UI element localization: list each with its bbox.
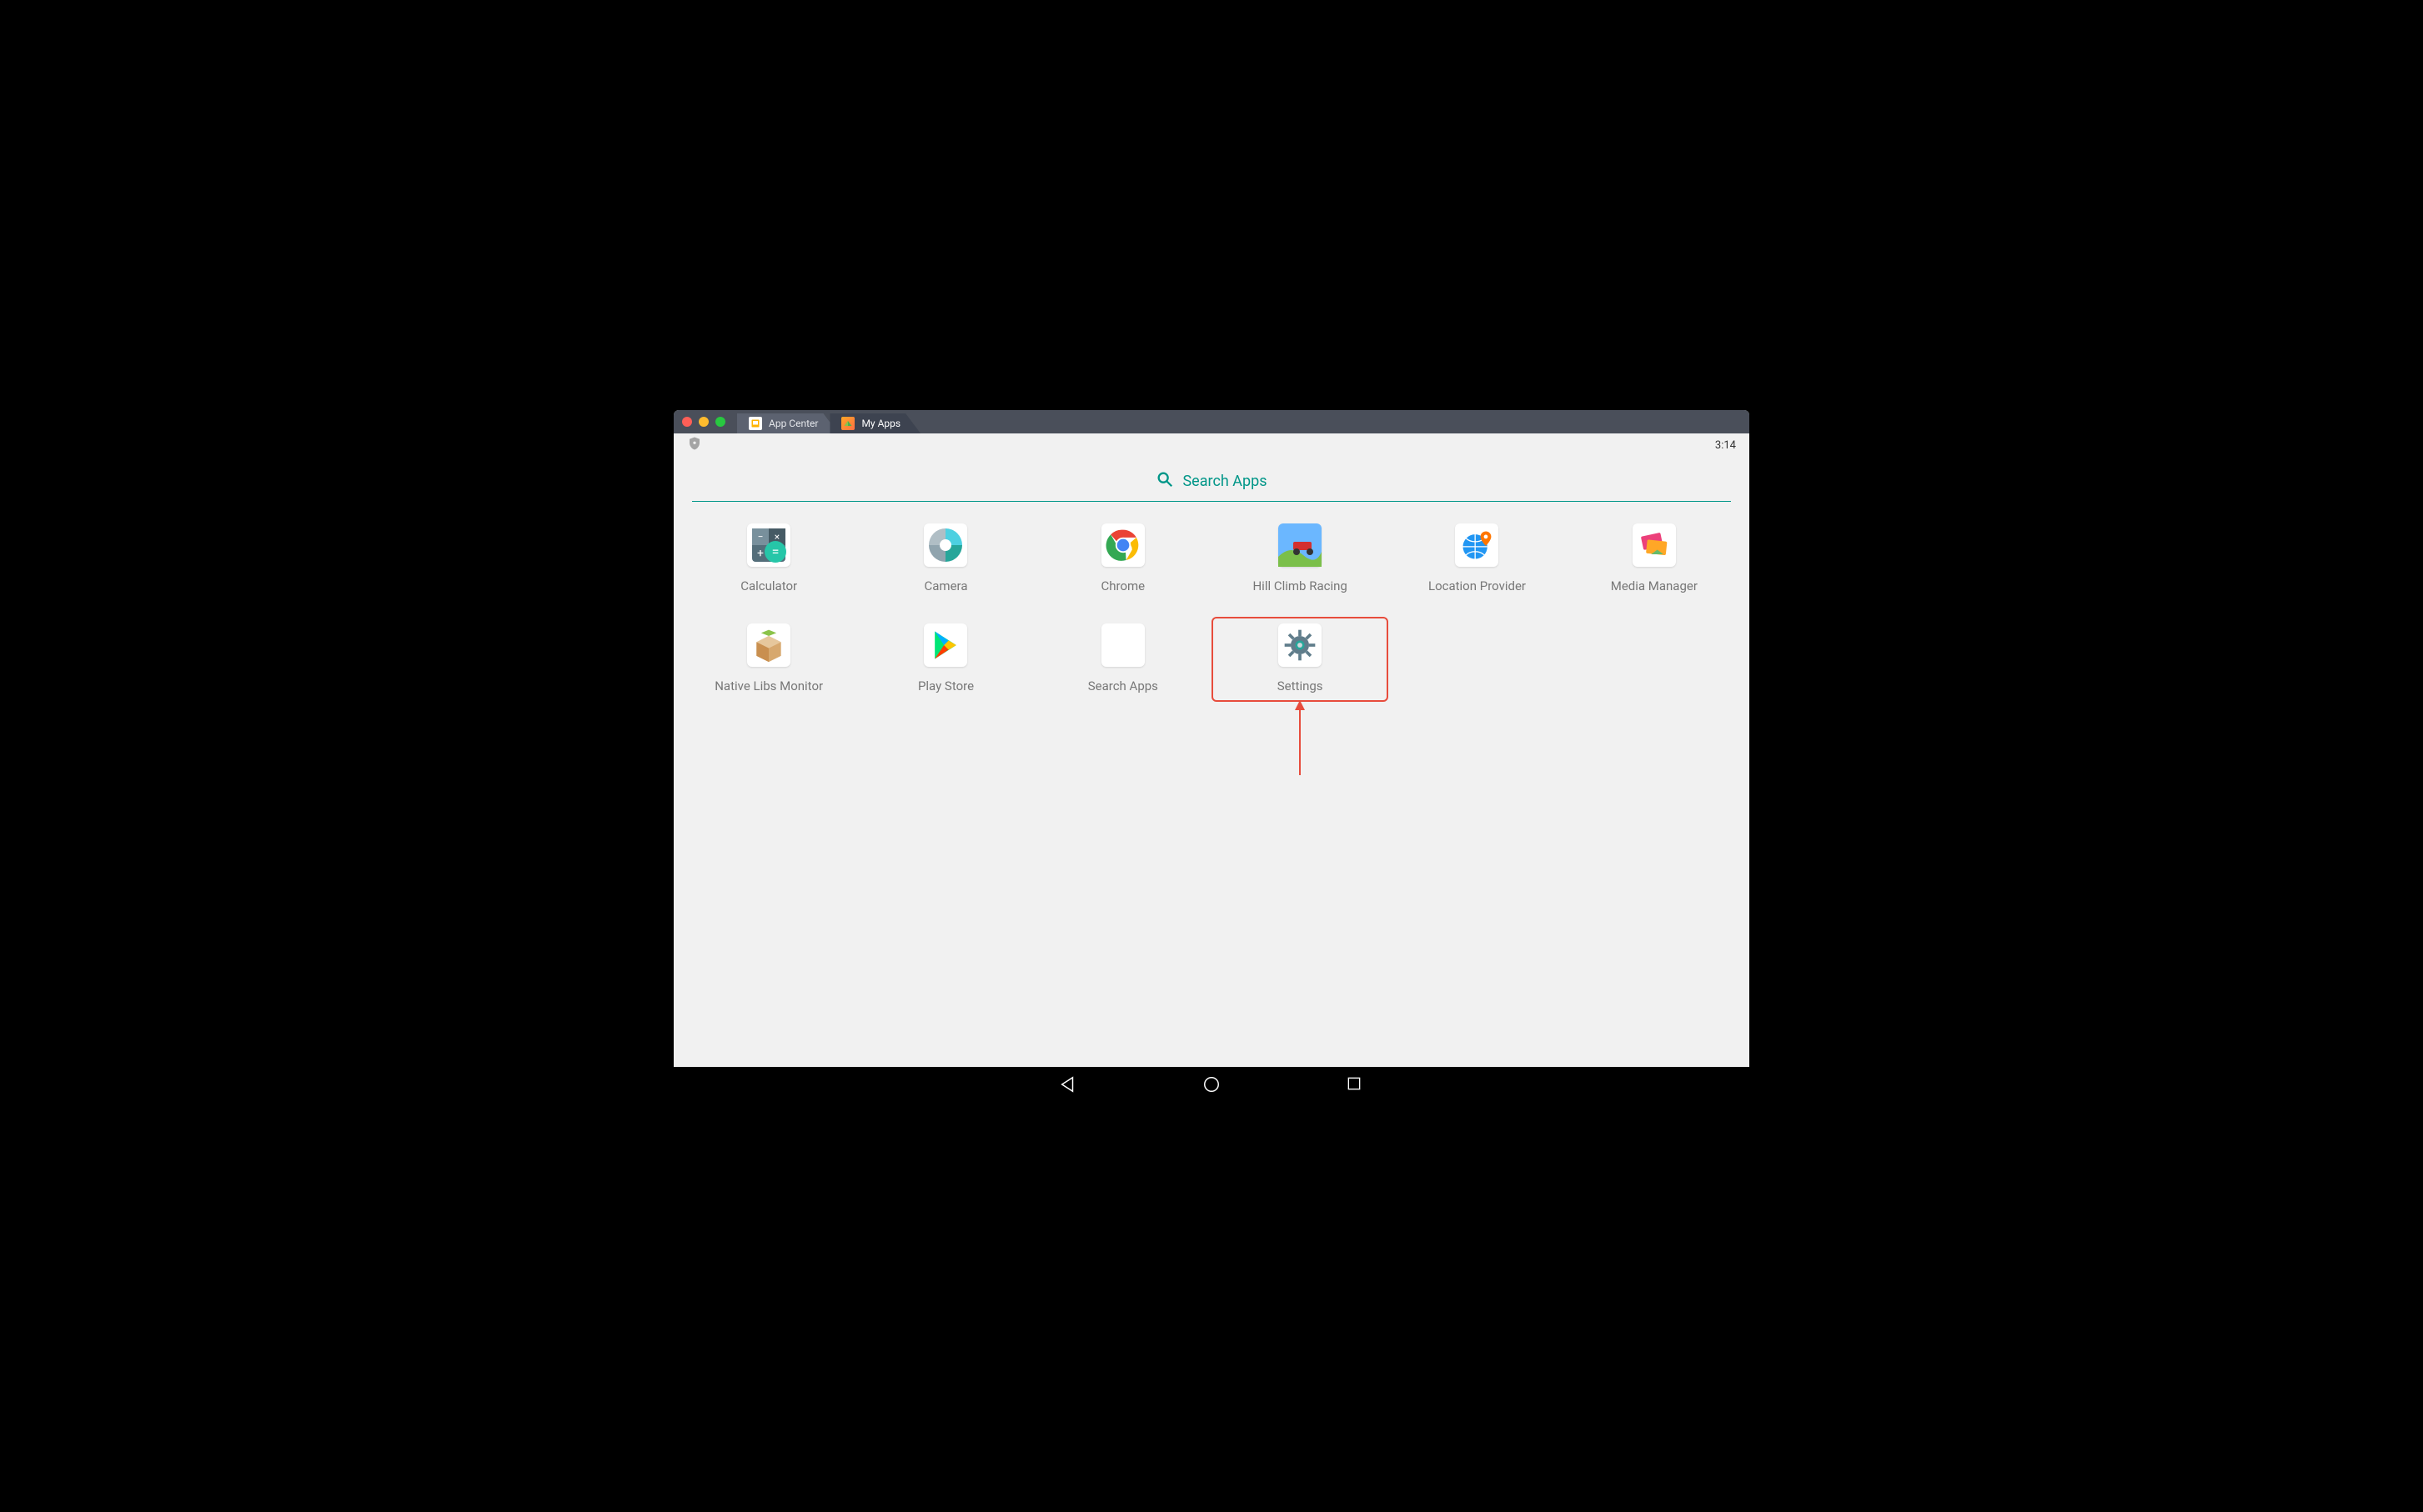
app-settings[interactable]: Settings bbox=[1212, 617, 1388, 702]
app-search-apps[interactable]: Search Apps bbox=[1035, 617, 1212, 702]
app-label: Settings bbox=[1277, 678, 1323, 693]
titlebar: App Center My Apps bbox=[674, 410, 1749, 433]
close-window-button[interactable] bbox=[682, 417, 692, 427]
search-icon bbox=[1156, 470, 1174, 493]
clock: 3:14 bbox=[1715, 439, 1736, 452]
search-apps-field[interactable]: Search Apps bbox=[692, 463, 1731, 502]
app-play-store[interactable]: Play Store bbox=[857, 617, 1034, 702]
window-controls bbox=[682, 417, 725, 427]
search-container: Search Apps bbox=[674, 457, 1749, 502]
app-label: Chrome bbox=[1101, 578, 1146, 593]
calculator-icon: −×= + bbox=[747, 523, 790, 567]
app-label: Camera bbox=[925, 578, 968, 593]
minimize-window-button[interactable] bbox=[699, 417, 709, 427]
tab-app-center[interactable]: App Center bbox=[737, 413, 838, 433]
app-label: Calculator bbox=[740, 578, 797, 593]
tab-my-apps[interactable]: My Apps bbox=[830, 413, 921, 433]
svg-text:=: = bbox=[772, 543, 780, 559]
apps-grid: −×= + Calculator Camera Chrome Hill Climb… bbox=[674, 502, 1749, 717]
playstore-icon bbox=[924, 623, 967, 667]
tab-label: My Apps bbox=[861, 418, 900, 429]
app-hill-climb-racing[interactable]: Hill Climb Racing bbox=[1212, 517, 1388, 602]
app-camera[interactable]: Camera bbox=[857, 517, 1034, 602]
app-media-manager[interactable]: Media Manager bbox=[1566, 517, 1743, 602]
search-tile-icon bbox=[1101, 623, 1145, 667]
app-location-provider[interactable]: Location Provider bbox=[1388, 517, 1565, 602]
box-icon bbox=[747, 623, 790, 667]
camera-icon bbox=[924, 523, 967, 567]
svg-text:−: − bbox=[758, 531, 764, 543]
android-nav-bar bbox=[674, 1067, 1749, 1102]
app-label: Hill Climb Racing bbox=[1252, 578, 1347, 593]
app-window: App Center My Apps 3:14 Search Apps bbox=[674, 410, 1749, 1067]
recents-button[interactable] bbox=[1346, 1075, 1364, 1094]
app-label: Native Libs Monitor bbox=[715, 678, 823, 693]
search-placeholder: Search Apps bbox=[1182, 473, 1267, 490]
app-calculator[interactable]: −×= + Calculator bbox=[680, 517, 857, 602]
app-label: Play Store bbox=[918, 678, 974, 693]
hillclimb-icon bbox=[1278, 523, 1322, 567]
gear-icon bbox=[1278, 623, 1322, 667]
app-native-libs-monitor[interactable]: Native Libs Monitor bbox=[680, 617, 857, 702]
svg-text:×: × bbox=[775, 531, 780, 543]
status-bar: 3:14 bbox=[674, 433, 1749, 457]
shield-icon bbox=[687, 436, 702, 454]
home-button[interactable] bbox=[1202, 1075, 1221, 1094]
media-icon bbox=[1633, 523, 1676, 567]
app-label: Search Apps bbox=[1088, 678, 1158, 693]
app-center-icon bbox=[749, 417, 762, 430]
maximize-window-button[interactable] bbox=[715, 417, 725, 427]
app-chrome[interactable]: Chrome bbox=[1035, 517, 1212, 602]
app-label: Media Manager bbox=[1611, 578, 1698, 593]
globe-pin-icon bbox=[1455, 523, 1498, 567]
chrome-icon bbox=[1101, 523, 1145, 567]
app-label: Location Provider bbox=[1428, 578, 1526, 593]
my-apps-icon bbox=[841, 417, 855, 430]
svg-text:+: + bbox=[757, 547, 764, 560]
callout-arrow-icon bbox=[1293, 700, 1307, 779]
tab-strip: App Center My Apps bbox=[737, 410, 912, 433]
tab-label: App Center bbox=[769, 418, 818, 429]
back-button[interactable] bbox=[1059, 1075, 1077, 1094]
